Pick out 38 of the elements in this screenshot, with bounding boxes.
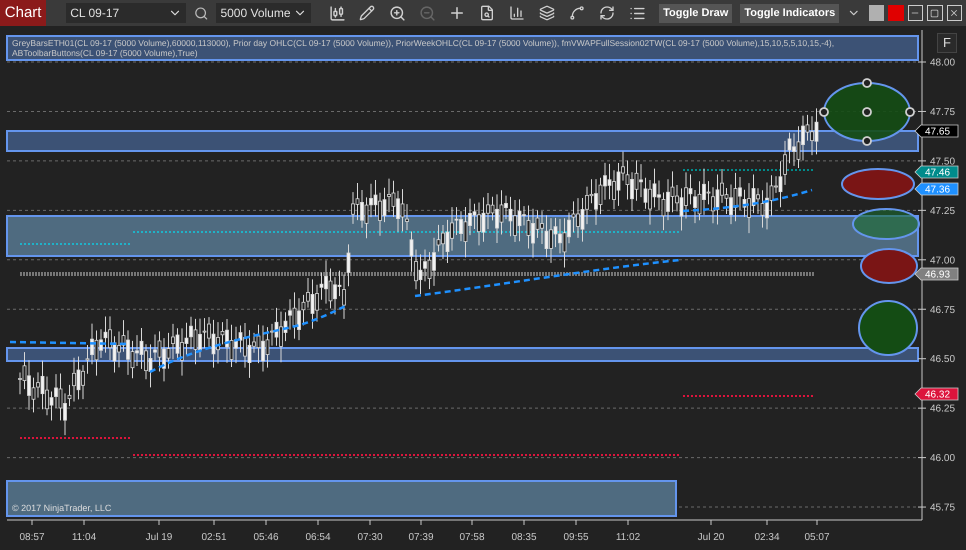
time-tick-label: 08:35 xyxy=(511,532,537,543)
price-marker: 47.65 xyxy=(914,124,958,138)
time-tick-label: 09:55 xyxy=(563,532,589,543)
price-tick-label: 47.75 xyxy=(930,106,956,118)
price-tick-label: 46.75 xyxy=(930,304,956,316)
time-tick-label: 11:04 xyxy=(72,532,96,543)
time-tick-label: 05:46 xyxy=(253,532,279,543)
price-tick-label: 46.50 xyxy=(930,354,956,366)
time-tick-label: 02:51 xyxy=(201,532,227,543)
price-tick-label: 45.75 xyxy=(930,502,956,514)
price-tick-label: 48.00 xyxy=(930,58,956,68)
time-tick-label: Jul 20 xyxy=(698,532,724,543)
time-tick-label: 07:39 xyxy=(408,532,434,543)
toggle-draw-button[interactable]: Toggle Draw xyxy=(659,4,732,22)
time-tick-label: 07:30 xyxy=(357,532,383,543)
time-tick-label: 07:58 xyxy=(459,532,485,543)
time-tick-label: 02:34 xyxy=(754,532,780,543)
time-tick-label: 11:02 xyxy=(616,532,640,543)
time-tick-label: 05:07 xyxy=(804,532,830,543)
time-tick-label: Jul 19 xyxy=(146,532,172,543)
price-tick-label: 47.00 xyxy=(930,255,956,266)
window-title: Chart xyxy=(0,0,46,26)
toggle-indicators-button[interactable]: Toggle Indicators xyxy=(740,4,840,22)
price-tick-label: 46.00 xyxy=(930,453,956,464)
price-marker: 46.93 xyxy=(914,268,958,280)
instrument-dropdown[interactable]: CL 09-17 xyxy=(66,3,186,23)
price-marker: 47.46 xyxy=(914,166,958,178)
price-tick-label: 47.25 xyxy=(930,206,956,217)
time-tick-label: 08:57 xyxy=(19,532,45,543)
time-tick-label: 06:54 xyxy=(305,532,331,543)
panel-button[interactable]: F xyxy=(937,33,957,53)
price-tick-label: 47.50 xyxy=(930,156,956,168)
price-marker: 47.36 xyxy=(914,182,958,196)
price-marker: 46.32 xyxy=(914,388,958,400)
price-tick-label: 46.25 xyxy=(930,404,956,415)
indicator-label: GreyBarsETH01(CL 09-17 (5000 Volume),60000,113000), Prior day OHLC(CL 09-17 (5000 Volume)), PriorWeekOHLC(CL 09-17 (5000 Volume)), fmVWAPFullSession02TW(CL 09-17 (5000 Volume),15,10,5,5,10,15,-4), ABToolbarButtons(CL 09-17 (5000 Volume),True) xyxy=(6,35,919,61)
copyright-text: © 2017 NinjaTrader, LLC xyxy=(12,502,112,515)
interval-dropdown[interactable]: 5000 Volume xyxy=(216,3,312,23)
